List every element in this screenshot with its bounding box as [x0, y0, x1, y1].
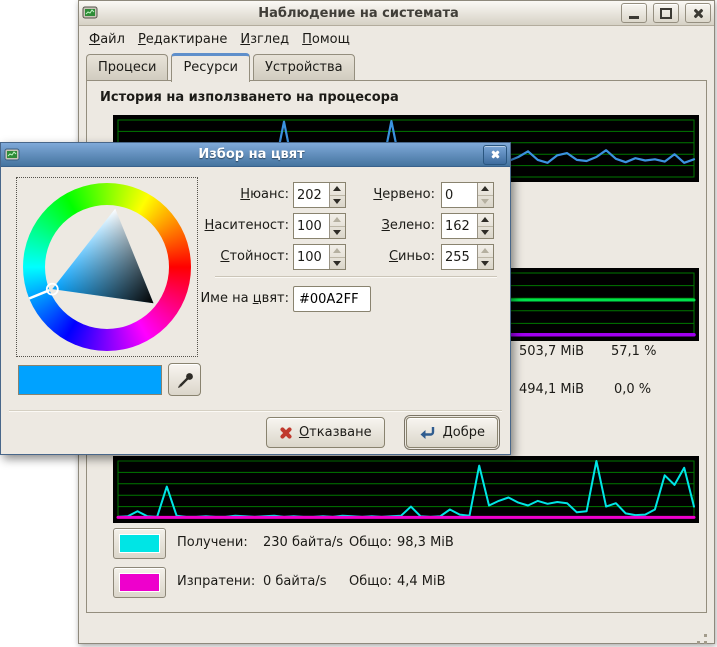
green-spin-arrows	[477, 214, 493, 238]
menu-edit[interactable]: Редактиране	[138, 32, 227, 47]
window-title: Наблюдение на системата	[102, 6, 615, 21]
ok-enter-icon	[419, 425, 436, 441]
window-titlebar[interactable]: Наблюдение на системата	[79, 1, 714, 26]
green-label: Зелено:	[323, 218, 435, 233]
dialog-title: Избор на цвят	[24, 147, 479, 162]
swap-amount: 494,1 MiB	[519, 382, 584, 397]
color-name-input[interactable]	[293, 286, 371, 312]
blue-spin-arrows	[477, 245, 493, 269]
spin-up-icon[interactable]	[478, 214, 493, 226]
red-input[interactable]	[442, 183, 477, 207]
tab-devices[interactable]: Устройства	[253, 54, 355, 80]
red-spin-arrows	[477, 183, 493, 207]
value-label: Стойност:	[151, 249, 289, 264]
dialog-close-button[interactable]	[483, 145, 507, 165]
color-picker-dialog: Избор на цвят	[0, 142, 511, 455]
network-history-plot	[113, 456, 699, 523]
menu-help[interactable]: Помощ	[302, 32, 350, 47]
menu-file[interactable]: Файл	[89, 32, 125, 47]
eyedropper-icon	[175, 370, 195, 390]
green-input[interactable]	[442, 214, 477, 238]
menu-view[interactable]: Изглед	[240, 32, 289, 47]
color-name-row: Име на цвят:	[1, 286, 512, 312]
tab-bar: Процеси Ресурси Устройства	[79, 53, 714, 80]
received-total: 98,3 MiB	[397, 535, 454, 550]
menubar: Файл Редактиране Изглед Помощ	[79, 26, 714, 52]
tab-resources[interactable]: Ресурси	[171, 53, 250, 82]
system-monitor-icon	[4, 147, 20, 163]
color-name-label: Име на цвят:	[151, 291, 289, 306]
dialog-buttons: Отказване Добре	[266, 417, 498, 448]
dialog-body: Нюанс: Червено:	[1, 167, 510, 455]
dialog-titlebar[interactable]: Избор на цвят	[1, 143, 510, 167]
sent-total: 4,4 MiB	[397, 574, 446, 589]
hue-red-row: Нюанс: Червено:	[1, 182, 512, 208]
close-icon	[693, 8, 704, 19]
maximize-button[interactable]	[653, 3, 679, 23]
spin-up-icon[interactable]	[478, 183, 493, 195]
system-monitor-icon	[82, 5, 98, 21]
network-received-row: Получени: 230 байта/s Общо: 98,3 MiB	[113, 528, 673, 558]
red-label: Червено:	[323, 187, 435, 202]
hue-label: Нюанс:	[151, 187, 289, 202]
received-total-label: Общо:	[349, 535, 392, 550]
swap-percent: 0,0 %	[614, 382, 651, 397]
saturation-green-row: Наситеност: Зелено:	[1, 213, 512, 239]
desktop: Наблюдение на системата Файл Редактиране…	[0, 0, 717, 647]
sent-rate: 0 байта/s	[263, 574, 327, 589]
green-spinner	[441, 213, 494, 239]
cancel-label: Отказване	[299, 425, 372, 440]
sent-color-button[interactable]	[113, 567, 166, 598]
sent-label: Изпратени:	[177, 574, 255, 589]
memory-percent: 57,1 %	[611, 344, 656, 359]
tab-processes[interactable]: Процеси	[86, 54, 168, 80]
received-color-button[interactable]	[113, 528, 166, 559]
resize-grip[interactable]	[704, 634, 707, 637]
spin-down-icon[interactable]	[478, 195, 493, 208]
ok-label: Добре	[443, 425, 485, 440]
ok-button[interactable]: Добре	[406, 417, 498, 448]
sent-color-swatch	[120, 574, 159, 591]
received-rate: 230 байта/s	[263, 535, 343, 550]
received-color-swatch	[120, 535, 159, 552]
saturation-label: Наситеност:	[151, 218, 289, 233]
value-blue-row: Стойност: Синьо:	[1, 244, 512, 270]
close-button[interactable]	[685, 3, 711, 23]
memory-amount: 503,7 MiB	[519, 344, 584, 359]
cancel-icon	[279, 426, 292, 439]
blue-label: Синьо:	[323, 249, 435, 264]
minimize-icon	[629, 16, 639, 19]
sent-total-label: Общо:	[349, 574, 392, 589]
cpu-section-heading: История на използването на процесора	[100, 90, 399, 105]
spin-down-icon[interactable]	[478, 226, 493, 239]
network-sent-row: Изпратени: 0 байта/s Общо: 4,4 MiB	[113, 567, 673, 597]
blue-spinner	[441, 244, 494, 270]
selected-color-swatch	[18, 365, 162, 395]
eyedropper-button[interactable]	[168, 363, 201, 396]
maximize-icon	[660, 8, 672, 19]
spin-down-icon[interactable]	[478, 257, 493, 270]
buttons-separator	[9, 410, 502, 412]
close-icon	[491, 150, 500, 159]
red-spinner	[441, 182, 494, 208]
spin-up-icon[interactable]	[478, 245, 493, 257]
cancel-button[interactable]: Отказване	[266, 417, 385, 448]
blue-input[interactable]	[442, 245, 477, 269]
received-label: Получени:	[177, 535, 248, 550]
minimize-button[interactable]	[621, 3, 647, 23]
network-history-chart	[113, 456, 699, 523]
fields-separator	[215, 276, 497, 278]
